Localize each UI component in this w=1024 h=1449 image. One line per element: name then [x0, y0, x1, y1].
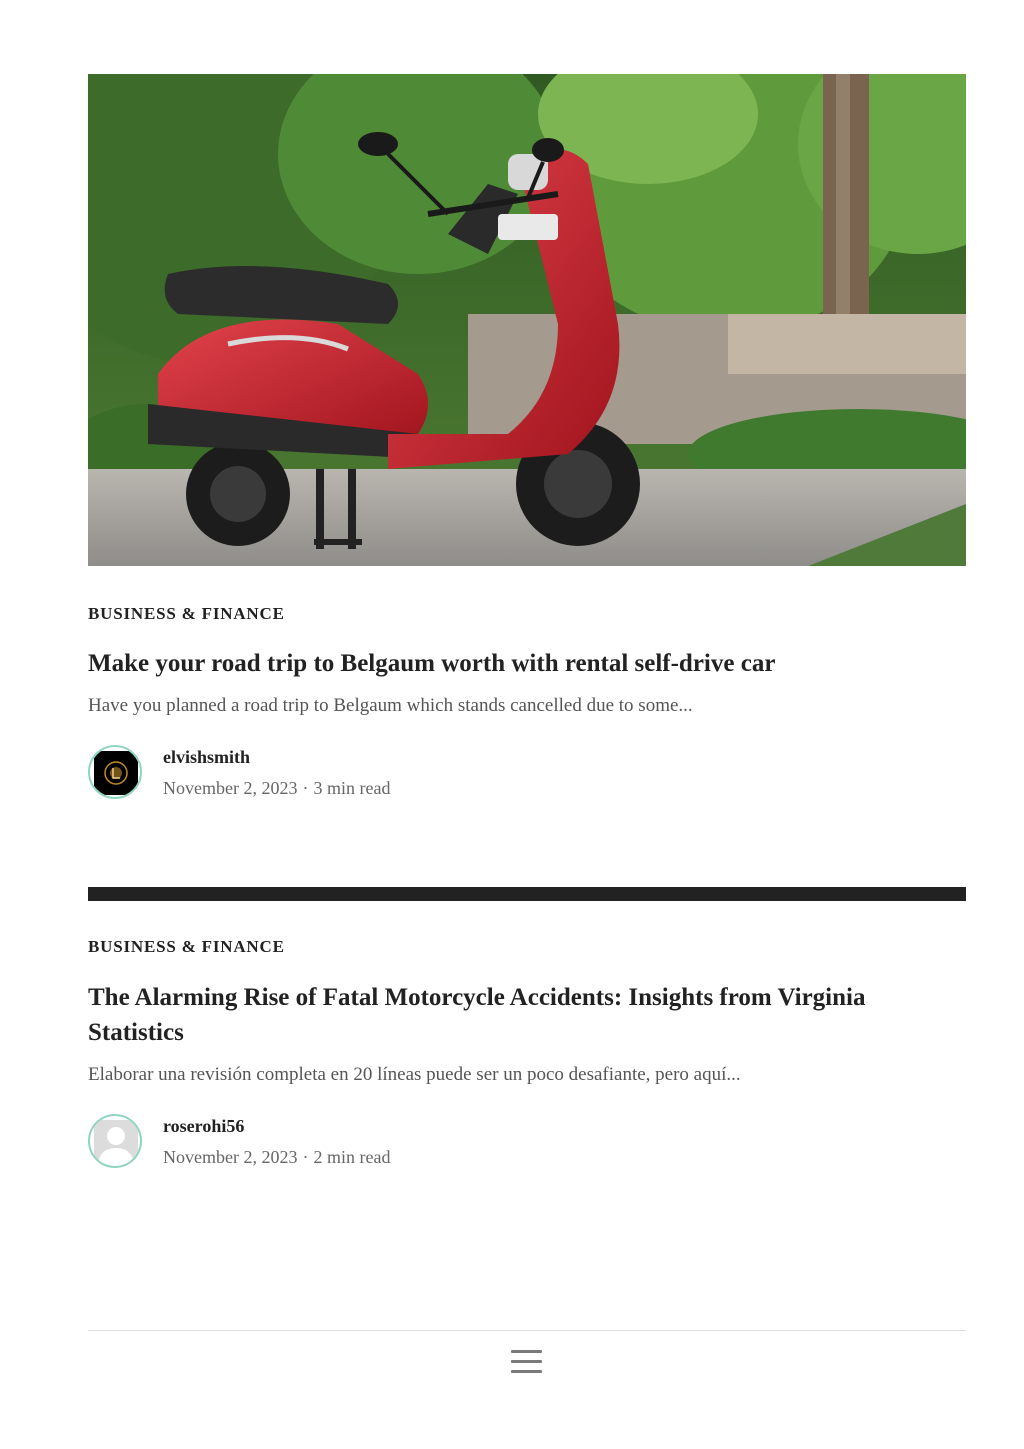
meta-separator: · [302, 1147, 309, 1167]
post-divider [88, 887, 966, 901]
post-date: November 2, 2023 [163, 778, 298, 798]
post-card: BUSINESS & FINANCE Make your road trip t… [88, 74, 966, 799]
default-user-icon [94, 1120, 138, 1164]
menu-bar [511, 1360, 542, 1363]
scooter-photo [88, 74, 966, 566]
menu-bar [511, 1350, 542, 1353]
post-date: November 2, 2023 [163, 1147, 298, 1167]
post-excerpt: Have you planned a road trip to Belgaum … [88, 695, 693, 716]
author-avatar[interactable] [88, 745, 142, 799]
author-name[interactable]: roserohi56 [163, 1115, 390, 1137]
hamburger-menu-icon[interactable] [511, 1350, 542, 1376]
post-card: BUSINESS & FINANCE The Alarming Rise of … [88, 937, 966, 1168]
footer-divider [88, 1330, 966, 1331]
menu-bar [511, 1370, 542, 1373]
post-meta: November 2, 2023 · 3 min read [163, 777, 390, 799]
post-title[interactable]: The Alarming Rise of Fatal Motorcycle Ac… [88, 980, 966, 1050]
author-avatar[interactable] [88, 1114, 142, 1168]
author-name[interactable]: elvishsmith [163, 746, 390, 768]
post-byline: elvishsmith November 2, 2023 · 3 min read [88, 745, 966, 799]
meta-separator: · [302, 778, 309, 798]
author-logo-icon [94, 751, 138, 795]
read-time: 3 min read [313, 778, 391, 798]
post-feed: BUSINESS & FINANCE Make your road trip t… [88, 74, 966, 799]
post-featured-image[interactable] [88, 74, 966, 566]
read-time: 2 min read [313, 1147, 391, 1167]
post-category[interactable]: BUSINESS & FINANCE [88, 937, 285, 957]
post-category[interactable]: BUSINESS & FINANCE [88, 604, 285, 624]
post-title[interactable]: Make your road trip to Belgaum worth wit… [88, 646, 966, 681]
post-byline: roserohi56 November 2, 2023 · 2 min read [88, 1114, 966, 1168]
post-excerpt: Elaborar una revisión completa en 20 lín… [88, 1064, 741, 1085]
post-meta: November 2, 2023 · 2 min read [163, 1146, 390, 1168]
